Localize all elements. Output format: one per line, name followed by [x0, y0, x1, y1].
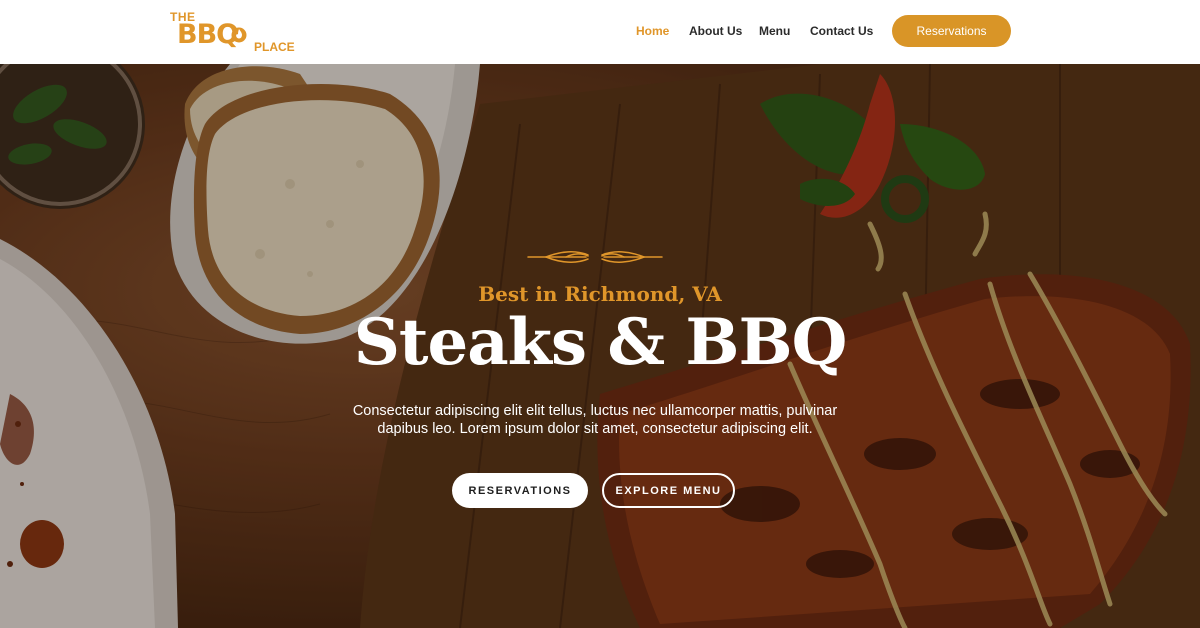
nav-home[interactable]: Home	[636, 24, 669, 38]
nav-about-us[interactable]: About Us	[689, 24, 742, 38]
hero-description: Consectetur adipiscing elit elit tellus,…	[352, 403, 838, 437]
hero-kicker: Best in Richmond, VA	[478, 282, 722, 306]
hero-reservations-button[interactable]: RESERVATIONS	[452, 473, 588, 508]
hero-section: Best in Richmond, VA Steaks & BBQ Consec…	[0, 64, 1200, 628]
logo-text-place: PLACE	[254, 40, 295, 54]
logo-text-bbq: BBQ	[177, 19, 239, 50]
site-header: THE BBQ PLACE Home About Us Menu Contact…	[0, 0, 1200, 64]
decorative-divider-icon	[527, 251, 663, 263]
header-reservations-button[interactable]: Reservations	[892, 15, 1011, 47]
site-logo[interactable]: THE BBQ PLACE	[168, 8, 300, 56]
nav-contact-us[interactable]: Contact Us	[810, 24, 873, 38]
hero-explore-menu-button[interactable]: EXPLORE MENU	[602, 473, 735, 508]
nav-menu[interactable]: Menu	[759, 24, 790, 38]
flame-icon	[231, 27, 247, 43]
hero-title: Steaks & BBQ	[353, 305, 848, 380]
